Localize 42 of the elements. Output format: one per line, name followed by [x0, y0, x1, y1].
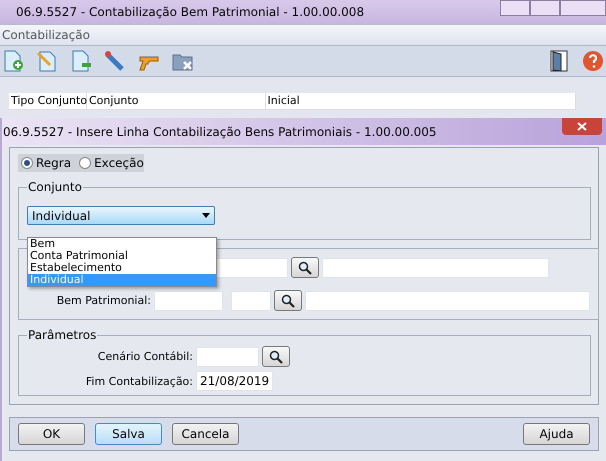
search-icon: [281, 294, 295, 308]
field-label: Cenário Contábil:: [96, 350, 193, 363]
edit-document-icon[interactable]: [36, 50, 58, 72]
column-header[interactable]: Tipo Conjunto: [9, 93, 87, 109]
window-title: 06.9.5527 - Contabilização Bem Patrimonial - 1.00.00.008: [16, 5, 364, 19]
close-icon: [577, 122, 587, 131]
group-title: Parâmetros: [27, 328, 98, 342]
search-icon: [269, 350, 283, 364]
dialog-title: 06.9.5527 - Insere Linha Contabilização Bens Patrimoniais - 1.00.00.005: [3, 124, 437, 138]
radio-icon[interactable]: [79, 157, 92, 169]
dialog-button[interactable]: Cancela: [172, 423, 239, 445]
column-header[interactable]: Inicial: [266, 93, 576, 109]
close-button[interactable]: [560, 0, 606, 16]
dialog-button[interactable]: OK: [18, 423, 85, 445]
dialog-button[interactable]: Salva: [95, 423, 162, 445]
column-header[interactable]: Conjunto: [87, 93, 266, 109]
radio-icon[interactable]: [21, 157, 33, 169]
dropdown-option[interactable]: Bem: [28, 238, 216, 250]
pen-icon[interactable]: [104, 50, 126, 72]
field-label: Bem Patrimonial:: [56, 294, 151, 307]
remove-document-icon[interactable]: [70, 50, 92, 72]
group-title: Conjunto: [27, 180, 83, 194]
close-button[interactable]: [562, 118, 602, 135]
search-button[interactable]: [291, 257, 319, 278]
caret-icon: [202, 213, 210, 218]
dropdown-option[interactable]: Conta Patrimonial: [28, 250, 216, 262]
dropdown-option[interactable]: Estabelecimento: [28, 262, 216, 274]
help-icon[interactable]: [582, 50, 604, 72]
radio-option[interactable]: Exceção: [79, 156, 144, 170]
dropdown[interactable]: Individual: [27, 206, 215, 225]
date-field[interactable]: 21/08/2019: [196, 371, 273, 391]
search-button[interactable]: [262, 346, 290, 367]
search-button[interactable]: [274, 290, 302, 311]
menu-item[interactable]: Contabilização: [2, 28, 90, 42]
exit-door-icon[interactable]: [548, 50, 570, 72]
radio-option[interactable]: Regra: [21, 156, 72, 170]
maximize-button[interactable]: [530, 0, 560, 16]
help-button[interactable]: Ajuda: [523, 423, 590, 445]
minimize-button[interactable]: [500, 0, 530, 16]
new-document-icon[interactable]: [2, 50, 24, 72]
search-icon: [298, 260, 312, 274]
field-label: Fim Contabilização:: [84, 374, 193, 388]
